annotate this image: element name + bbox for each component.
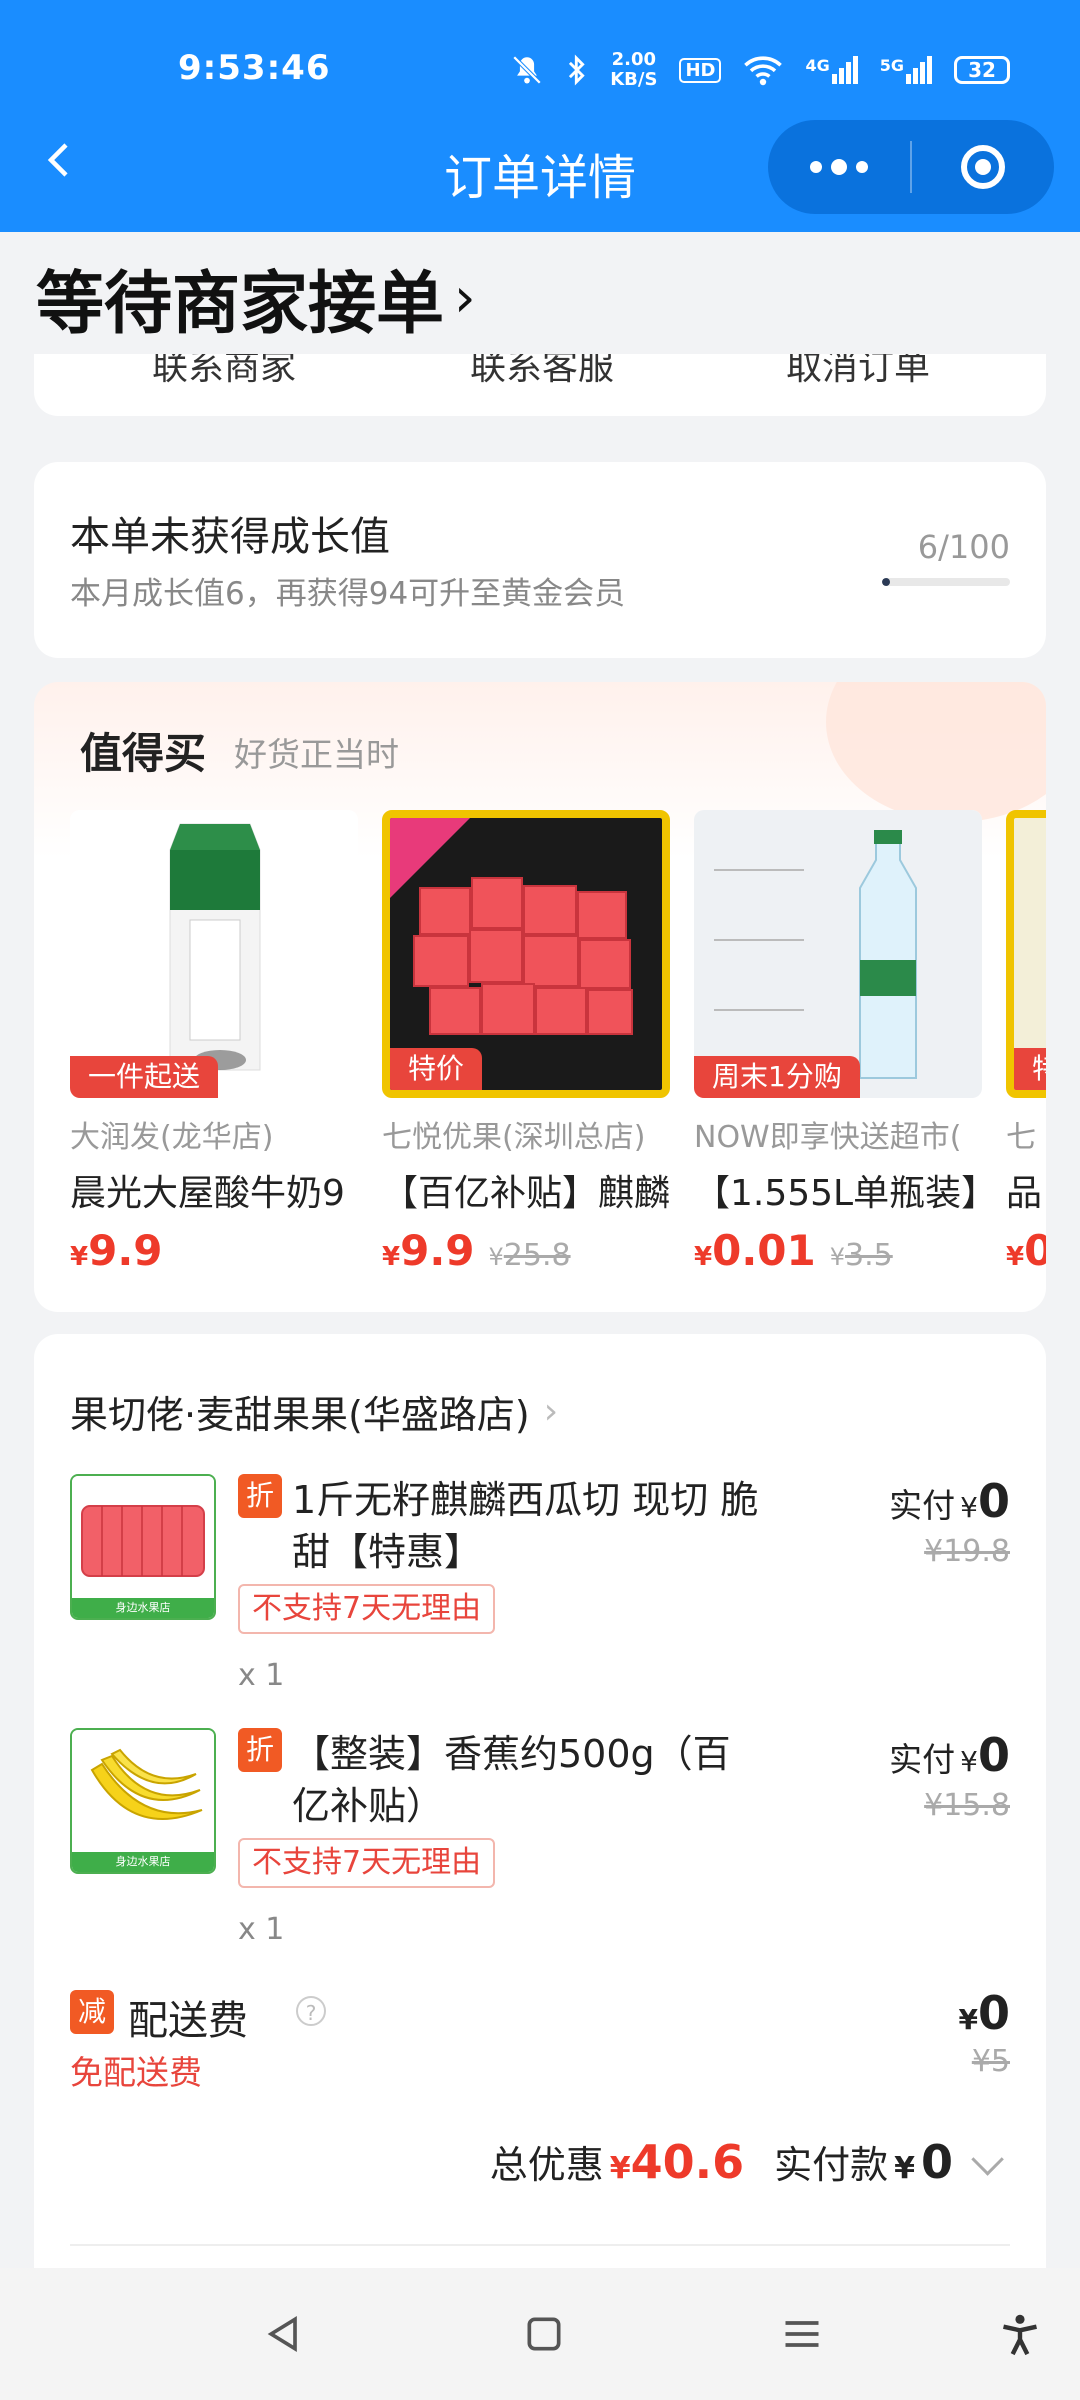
product-card[interactable]: 一件起送 大润发(龙华店) 晨光大屋酸牛奶9 ¥9.9: [70, 810, 358, 1275]
recommend-card: 值得买 好货正当时 一件起送 大润发(龙华店) 晨光大屋酸牛奶9 ¥9.9 特价…: [34, 682, 1046, 1312]
top-bar: 9:53:46 2.00 KB/S HD 4G 5G 32 订单详情: [0, 0, 1080, 232]
nav-home-icon[interactable]: [522, 2312, 566, 2356]
growth-title: 本单未获得成长值: [70, 514, 390, 560]
mini-program-capsule: [768, 120, 1054, 214]
delivery-fee-label: 配送费: [128, 1998, 248, 2044]
product-name: 品: [1006, 1173, 1043, 1214]
growth-card[interactable]: 本单未获得成长值 本月成长值6，再获得94可升至黄金会员 6/100: [34, 462, 1046, 658]
product-shop: 大润发(龙华店): [70, 1120, 274, 1155]
thumb-label: 身边水果店: [72, 1852, 214, 1872]
product-price: ¥9.9 ¥25.8: [382, 1226, 571, 1275]
status-icons: 2.00 KB/S HD 4G 5G 32: [510, 50, 1010, 90]
product-image: 一件起送: [70, 810, 358, 1098]
accessibility-icon[interactable]: [998, 2312, 1042, 2356]
net-speed: 2.00 KB/S: [610, 49, 658, 90]
item-title: 【整装】香蕉约500g（百亿补贴）: [292, 1732, 731, 1828]
item-original-price: ¥15.8: [924, 1788, 1010, 1823]
help-icon[interactable]: ?: [296, 1996, 326, 2026]
signal-5g-icon: 5G: [880, 56, 932, 84]
item-paid: 实付 ¥0 ¥15.8: [889, 1728, 1010, 1823]
product-card[interactable]: 特 七 品 ¥0: [1006, 810, 1046, 1275]
divider: [70, 2244, 1010, 2246]
order-item[interactable]: 身边水果店 折 1斤无籽麒麟西瓜切 现切 脆甜【特惠】 不支持7天无理由 x 1…: [70, 1474, 1010, 1704]
product-image: 周末1分购: [694, 810, 982, 1098]
banana-image: [72, 1730, 214, 1854]
mute-icon: [512, 55, 542, 85]
item-paid: 实付 ¥0 ¥19.8: [889, 1474, 1010, 1569]
item-quantity: x 1: [238, 1912, 285, 1947]
battery-icon: 32: [954, 56, 1010, 84]
reduction-badge: 减: [70, 1990, 114, 2034]
decor-glow: [826, 682, 1046, 822]
order-status-heading[interactable]: 等待商家接单 ›: [36, 248, 476, 347]
discount-badge: 折: [238, 1728, 282, 1772]
nav-back-icon[interactable]: [262, 2312, 306, 2356]
wifi-icon: [744, 56, 783, 86]
store-name: 果切佬·麦甜果果(华盛路店): [70, 1393, 530, 1437]
delivery-fee-row: 减 配送费 ? 免配送费 ¥0 ¥5: [70, 1986, 1010, 2100]
product-name: 【1.555L单瓶装】: [694, 1173, 982, 1214]
growth-subtitle: 本月成长值6，再获得94可升至黄金会员: [70, 576, 626, 612]
store-order-card: 果切佬·麦甜果果(华盛路店) › 身边水果店 折 1斤无籽麒麟西瓜切 现切 脆甜…: [34, 1334, 1046, 2294]
growth-count: 6/100: [917, 528, 1010, 566]
product-price: ¥9.9: [70, 1226, 163, 1275]
product-tag: 特价: [390, 1048, 483, 1090]
product-shop: 七: [1006, 1120, 1036, 1155]
order-item[interactable]: 身边水果店 折 【整装】香蕉约500g（百亿补贴） 不支持7天无理由 x 1 实…: [70, 1728, 1010, 1958]
recommend-title: 值得买: [80, 729, 207, 778]
bluetooth-icon: [569, 54, 585, 86]
item-original-price: ¥19.8: [924, 1534, 1010, 1569]
thumb-label: 身边水果店: [72, 1598, 214, 1618]
signal-4g-icon: 4G: [805, 56, 858, 84]
product-name: 【百亿补贴】麒麟: [382, 1173, 670, 1214]
product-card[interactable]: 特价 七悦优果(深圳总店) 【百亿补贴】麒麟 ¥9.9 ¥25.8: [382, 810, 670, 1275]
return-policy-tag: 不支持7天无理由: [238, 1838, 496, 1888]
total-discount-label: 总优惠: [489, 2143, 604, 2187]
hd-icon: HD: [679, 57, 722, 83]
return-policy-tag: 不支持7天无理由: [238, 1584, 496, 1634]
growth-progress-bar: [882, 578, 1010, 586]
item-quantity: x 1: [238, 1658, 285, 1693]
product-name: 晨光大屋酸牛奶9: [70, 1173, 345, 1214]
milk-carton-icon: [70, 810, 358, 1098]
product-shop: 七悦优果(深圳总店): [382, 1120, 646, 1155]
chevron-down-icon: [971, 2143, 1004, 2176]
order-status-text: 等待商家接单: [36, 265, 445, 344]
close-program-button[interactable]: [912, 145, 1054, 189]
watermelon-box-image: [72, 1476, 214, 1600]
product-card[interactable]: 周末1分购 NOW即享快送超市( 【1.555L单瓶装】 ¥0.01 ¥3.5: [694, 810, 982, 1275]
status-time: 9:53:46: [178, 48, 331, 88]
more-icon[interactable]: [768, 120, 910, 214]
product-price: ¥0.01 ¥3.5: [694, 1226, 893, 1275]
free-delivery-note: 免配送费: [70, 2053, 202, 2092]
nav-menu-icon[interactable]: [780, 2312, 824, 2356]
total-discount-value: ¥40.6: [609, 2135, 745, 2189]
product-carousel[interactable]: 一件起送 大润发(龙华店) 晨光大屋酸牛奶9 ¥9.9 特价 七悦优果(深圳总店…: [70, 810, 1046, 1290]
growth-progress-fill: [882, 578, 890, 586]
discount-badge: 折: [238, 1474, 282, 1518]
actual-pay-label: 实付款: [774, 2143, 889, 2187]
actual-pay-currency: ¥: [894, 2151, 915, 2186]
delivery-fee-value: ¥0: [958, 1986, 1011, 2040]
item-title: 1斤无籽麒麟西瓜切 现切 脆甜【特惠】: [292, 1478, 759, 1574]
product-tag: 特: [1014, 1048, 1046, 1090]
delivery-fee-original: ¥5: [971, 2044, 1010, 2079]
store-name-link[interactable]: 果切佬·麦甜果果(华盛路店) ›: [70, 1384, 558, 1439]
chevron-right-icon: ›: [454, 266, 476, 329]
product-image: 特: [1006, 810, 1046, 1098]
recommend-subtitle: 好货正当时: [234, 735, 399, 774]
product-image: 特价: [382, 810, 670, 1098]
order-summary[interactable]: 总优惠 ¥40.6 实付款 ¥0: [489, 2134, 1004, 2189]
target-icon: [961, 145, 1005, 189]
product-tag: 一件起送: [70, 1056, 219, 1098]
product-tag: 周末1分购: [694, 1056, 860, 1098]
item-thumbnail: 身边水果店: [70, 1728, 216, 1874]
product-shop: NOW即享快送超市(: [694, 1120, 962, 1155]
item-thumbnail: 身边水果店: [70, 1474, 216, 1620]
water-bottle-image: [694, 810, 982, 1098]
system-nav-bar: [0, 2268, 1080, 2400]
product-price: ¥0: [1006, 1226, 1046, 1275]
chevron-right-icon: ›: [543, 1391, 559, 1432]
actual-pay-value: 0: [920, 2135, 953, 2189]
